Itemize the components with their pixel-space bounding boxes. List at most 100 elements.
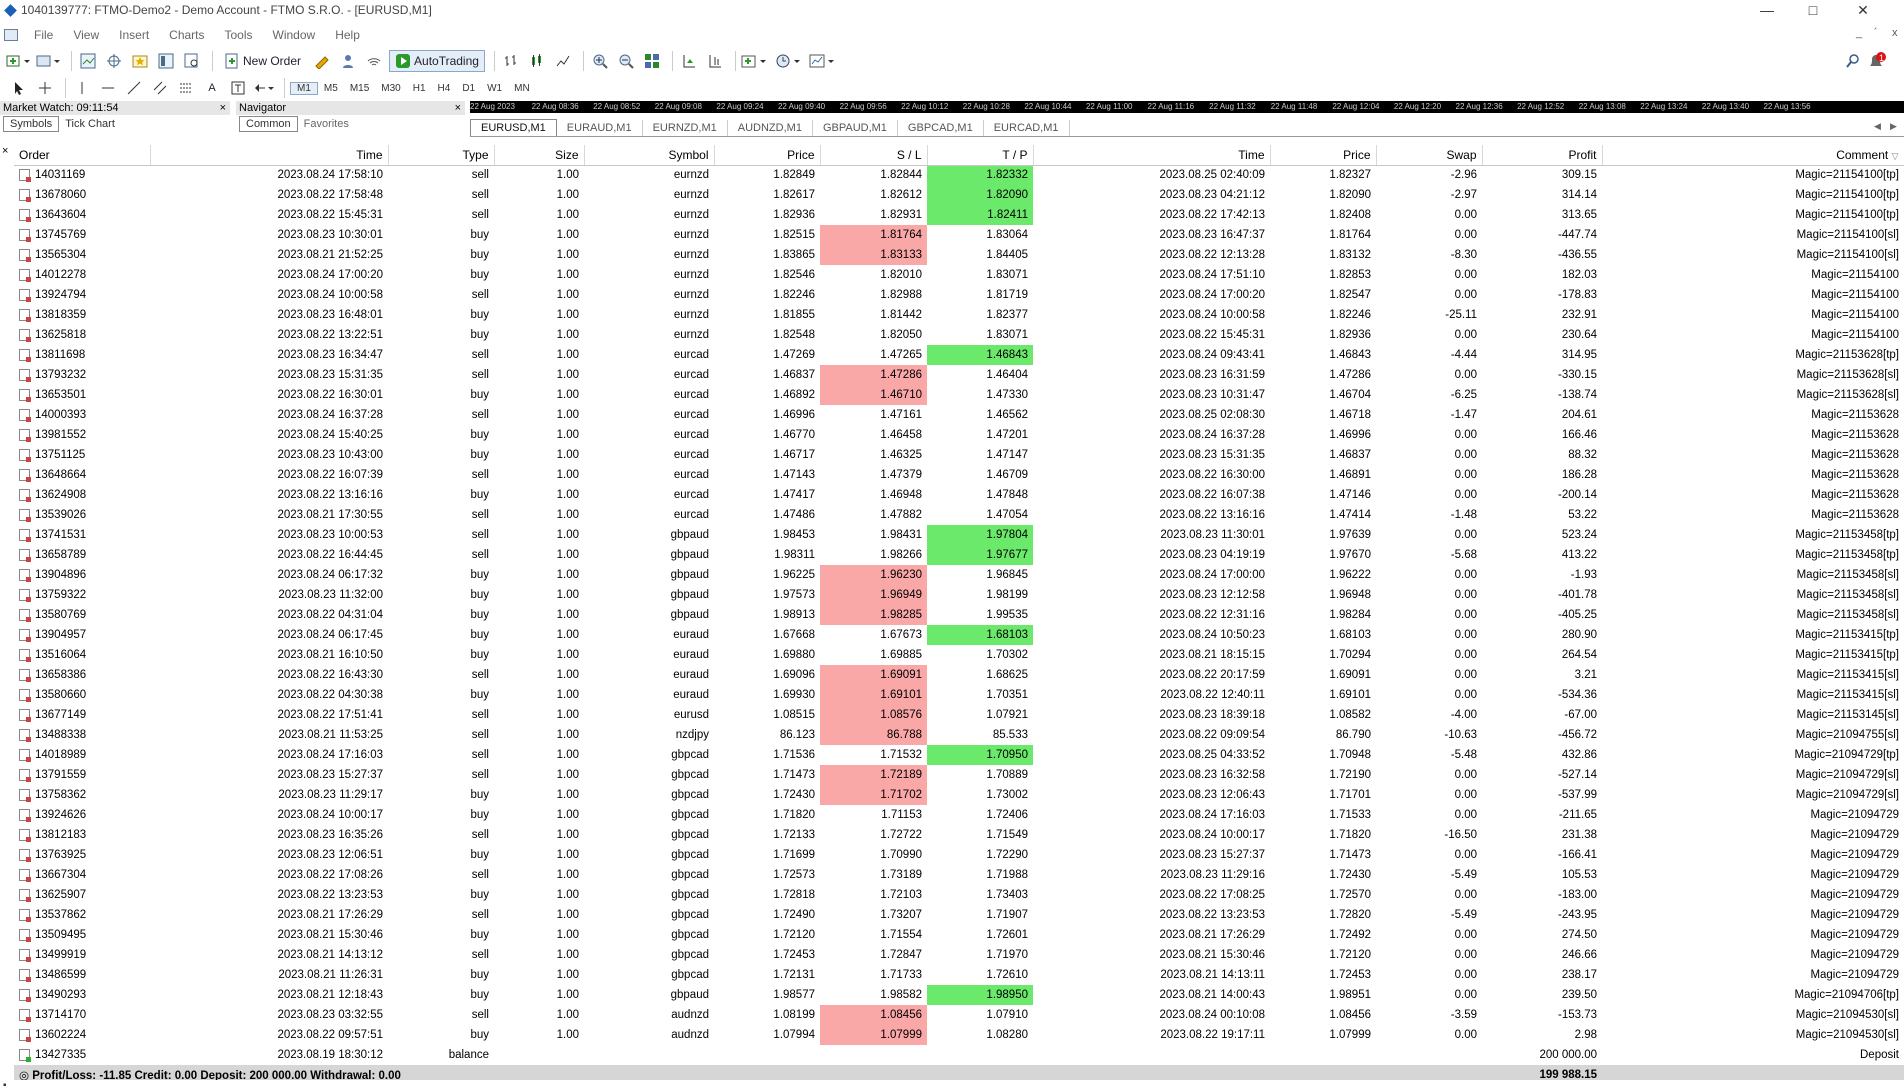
col-symbol[interactable]: Symbol bbox=[584, 145, 715, 166]
col-open-time[interactable]: Time bbox=[150, 145, 389, 166]
bar-chart-button[interactable] bbox=[500, 50, 522, 72]
chart-tab-gbpaud[interactable]: GBPAUD,M1 bbox=[813, 120, 898, 136]
child-minimize-button[interactable]: _ bbox=[1856, 27, 1862, 39]
col-swap[interactable]: Swap bbox=[1376, 145, 1483, 166]
table-row[interactable]: 13516064 2023.08.21 16:10:50 buy 1.00 euraud… bbox=[14, 645, 1904, 665]
line-chart-button[interactable] bbox=[552, 50, 574, 72]
autotrading-button[interactable]: AutoTrading bbox=[389, 50, 485, 72]
equidistant-channel-button[interactable] bbox=[149, 77, 171, 99]
table-row[interactable]: 13643604 2023.08.22 15:45:31 sell 1.00 eurnz… bbox=[14, 205, 1904, 225]
tab-favorites[interactable]: Favorites bbox=[298, 117, 355, 131]
timeframe-d1[interactable]: D1 bbox=[456, 83, 481, 94]
balance-row[interactable]: 13427335 2023.08.19 18:30:12 balance 200 00… bbox=[14, 1045, 1904, 1065]
table-row[interactable]: 13509495 2023.08.21 15:30:46 buy 1.00 gbpcad… bbox=[14, 925, 1904, 945]
menu-view[interactable]: View bbox=[63, 28, 109, 42]
tabs-scroll-right-icon[interactable]: ▶ bbox=[1890, 121, 1897, 132]
table-row[interactable]: 13580660 2023.08.22 04:30:38 buy 1.00 euraud… bbox=[14, 685, 1904, 705]
table-row[interactable]: 13648664 2023.08.22 16:07:39 sell 1.00 eurca… bbox=[14, 465, 1904, 485]
filter-icon[interactable]: ▽ bbox=[1892, 151, 1899, 161]
col-sl[interactable]: S / L bbox=[820, 145, 928, 166]
table-row[interactable]: 13565304 2023.08.21 21:52:25 buy 1.00 eurnzd… bbox=[14, 245, 1904, 265]
arrows-button[interactable] bbox=[253, 77, 275, 99]
table-row[interactable]: 13793232 2023.08.23 15:31:35 sell 1.00 eurca… bbox=[14, 365, 1904, 385]
market-button[interactable] bbox=[363, 50, 385, 72]
table-row[interactable]: 13625907 2023.08.22 13:23:53 buy 1.00 gbpcad… bbox=[14, 885, 1904, 905]
new-chart-button[interactable] bbox=[6, 50, 32, 72]
col-open-price[interactable]: Price bbox=[714, 145, 821, 166]
tabs-scroll-left-icon[interactable]: ◀ bbox=[1874, 121, 1881, 132]
col-type[interactable]: Type bbox=[388, 145, 495, 166]
table-row[interactable]: 13924794 2023.08.24 10:00:58 sell 1.00 eurnz… bbox=[14, 285, 1904, 305]
table-row[interactable]: 13490293 2023.08.21 12:18:43 buy 1.00 gbpaud… bbox=[14, 985, 1904, 1005]
table-row[interactable]: 13714170 2023.08.23 03:32:55 sell 1.00 audnz… bbox=[14, 1005, 1904, 1025]
tab-symbols[interactable]: Symbols bbox=[3, 115, 60, 132]
timeframe-m1[interactable]: M1 bbox=[290, 81, 318, 95]
col-size[interactable]: Size bbox=[494, 145, 585, 166]
trendline-button[interactable] bbox=[123, 77, 145, 99]
table-row[interactable]: 13677149 2023.08.22 17:51:41 sell 1.00 eurus… bbox=[14, 705, 1904, 725]
table-row[interactable]: 13537862 2023.08.21 17:26:29 sell 1.00 gbpca… bbox=[14, 905, 1904, 925]
templates-button[interactable] bbox=[809, 50, 839, 72]
col-profit[interactable]: Profit bbox=[1482, 145, 1603, 166]
table-row[interactable]: 13499919 2023.08.21 14:13:12 sell 1.00 gbpca… bbox=[14, 945, 1904, 965]
profiles-button[interactable] bbox=[36, 50, 62, 72]
menu-help[interactable]: Help bbox=[325, 28, 370, 42]
menu-charts[interactable]: Charts bbox=[159, 28, 214, 42]
periods-button[interactable] bbox=[775, 50, 805, 72]
timeframe-w1[interactable]: W1 bbox=[481, 83, 508, 94]
text-tool-button[interactable]: A bbox=[201, 77, 223, 99]
data-window-toggle[interactable] bbox=[103, 50, 125, 72]
child-close-button[interactable]: x bbox=[1892, 27, 1898, 39]
crosshair-button[interactable] bbox=[34, 77, 56, 99]
table-row[interactable]: 14031169 2023.08.24 17:58:10 sell 1.00 eurnz… bbox=[14, 165, 1904, 185]
menu-tools[interactable]: Tools bbox=[215, 28, 263, 42]
tab-tick-chart[interactable]: Tick Chart bbox=[59, 117, 121, 131]
table-row[interactable]: 14018989 2023.08.24 17:16:03 sell 1.00 gbpca… bbox=[14, 745, 1904, 765]
navigator-toggle[interactable] bbox=[129, 50, 151, 72]
zoom-in-button[interactable] bbox=[589, 50, 611, 72]
market-watch-close-icon[interactable]: × bbox=[220, 101, 226, 115]
auto-scroll-button[interactable] bbox=[678, 50, 700, 72]
col-tp[interactable]: T / P bbox=[927, 145, 1034, 166]
chart-tab-eurnzd[interactable]: EURNZD,M1 bbox=[643, 120, 728, 136]
timeframe-h1[interactable]: H1 bbox=[407, 83, 432, 94]
search-button[interactable] bbox=[1842, 50, 1864, 72]
chart-tab-euraud[interactable]: EURAUD,M1 bbox=[557, 120, 643, 136]
signals-button[interactable] bbox=[337, 50, 359, 72]
zoom-out-button[interactable] bbox=[615, 50, 637, 72]
terminal-close-icon[interactable]: × bbox=[2, 145, 8, 157]
vertical-line-button[interactable] bbox=[71, 77, 93, 99]
metaeditor-button[interactable] bbox=[311, 50, 333, 72]
table-row[interactable]: 13580769 2023.08.22 04:31:04 buy 1.00 gbpaud… bbox=[14, 605, 1904, 625]
table-row[interactable]: 13625818 2023.08.22 13:22:51 buy 1.00 eurnzd… bbox=[14, 325, 1904, 345]
table-row[interactable]: 13602224 2023.08.22 09:57:51 buy 1.00 audnzd… bbox=[14, 1025, 1904, 1045]
text-label-button[interactable] bbox=[227, 77, 249, 99]
tab-common[interactable]: Common bbox=[239, 115, 298, 132]
timeframe-m5[interactable]: M5 bbox=[318, 83, 344, 94]
chart-tab-gbpcad[interactable]: GBPCAD,M1 bbox=[898, 120, 984, 136]
strategy-tester-toggle[interactable] bbox=[181, 50, 203, 72]
table-row[interactable]: 13811698 2023.08.23 16:34:47 sell 1.00 eurca… bbox=[14, 345, 1904, 365]
table-row[interactable]: 13818359 2023.08.23 16:48:01 buy 1.00 eurnzd… bbox=[14, 305, 1904, 325]
table-row[interactable]: 13791559 2023.08.23 15:27:37 sell 1.00 gbpca… bbox=[14, 765, 1904, 785]
table-row[interactable]: 14012278 2023.08.24 17:00:20 buy 1.00 eurnzd… bbox=[14, 265, 1904, 285]
table-row[interactable]: 13924626 2023.08.24 10:00:17 buy 1.00 gbpcad… bbox=[14, 805, 1904, 825]
chart-shift-button[interactable] bbox=[704, 50, 726, 72]
chart-tab-eurcad[interactable]: EURCAD,M1 bbox=[984, 120, 1070, 136]
new-order-button[interactable]: New Order bbox=[218, 50, 307, 72]
table-row[interactable]: 13486599 2023.08.21 11:26:31 buy 1.00 gbpcad… bbox=[14, 965, 1904, 985]
timeframe-h4[interactable]: H4 bbox=[432, 83, 457, 94]
tile-windows-button[interactable] bbox=[641, 50, 663, 72]
timeframe-m15[interactable]: M15 bbox=[344, 83, 375, 94]
close-button[interactable]: ✕ bbox=[1840, 0, 1886, 20]
chart-tab-audnzd[interactable]: AUDNZD,M1 bbox=[728, 120, 813, 136]
table-row[interactable]: 13653501 2023.08.22 16:30:01 buy 1.00 eurcad… bbox=[14, 385, 1904, 405]
col-order[interactable]: Order bbox=[14, 145, 151, 166]
menu-window[interactable]: Window bbox=[263, 28, 326, 42]
terminal-toggle[interactable] bbox=[155, 50, 177, 72]
menu-insert[interactable]: Insert bbox=[109, 28, 159, 42]
table-row[interactable]: 13759322 2023.08.23 11:32:00 buy 1.00 gbpaud… bbox=[14, 585, 1904, 605]
table-row[interactable]: 13758362 2023.08.23 11:29:17 buy 1.00 gbpcad… bbox=[14, 785, 1904, 805]
table-row[interactable]: 13658789 2023.08.22 16:44:45 sell 1.00 gbpau… bbox=[14, 545, 1904, 565]
indicators-button[interactable] bbox=[741, 50, 771, 72]
